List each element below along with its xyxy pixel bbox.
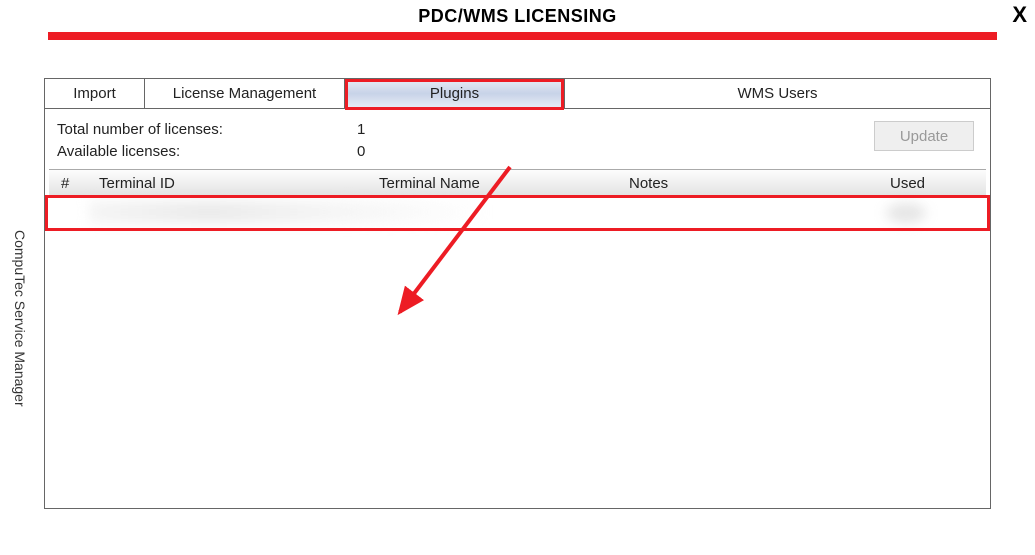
tab-wms-users[interactable]: WMS Users (565, 79, 990, 108)
update-button[interactable]: Update (874, 121, 974, 151)
column-header-terminal-name[interactable]: Terminal Name (379, 175, 629, 192)
tab-license-management[interactable]: License Management (145, 79, 345, 108)
redacted-used (886, 203, 926, 223)
sidebar-label: CompuTec Service Manager (12, 230, 28, 407)
column-header-notes[interactable]: Notes (629, 175, 829, 192)
license-info: Total number of licenses: Available lice… (45, 109, 990, 169)
total-licenses-value: 1 (357, 119, 457, 141)
tab-plugins[interactable]: Plugins (345, 79, 565, 108)
redacted-content (89, 201, 489, 223)
close-icon[interactable]: X (1012, 2, 1027, 28)
column-header-terminal-id[interactable]: Terminal ID (99, 175, 379, 192)
grid-header: # Terminal ID Terminal Name Notes Used (49, 169, 986, 197)
available-licenses-value: 0 (357, 141, 457, 163)
content-panel: Import License Management Plugins WMS Us… (44, 78, 991, 509)
available-licenses-label: Available licenses: (57, 141, 357, 163)
table-row[interactable] (49, 197, 986, 229)
outer-frame: CompuTec Service Manager Import License … (6, 40, 1029, 547)
tab-import[interactable]: Import (45, 79, 145, 108)
column-header-index[interactable]: # (49, 175, 99, 192)
total-licenses-label: Total number of licenses: (57, 119, 357, 141)
column-header-used[interactable]: Used (829, 175, 986, 192)
info-values: 1 0 (357, 119, 457, 163)
accent-bar (48, 32, 997, 40)
window-title: PDC/WMS LICENSING (418, 6, 617, 27)
titlebar: PDC/WMS LICENSING X (0, 0, 1035, 32)
licensing-window: PDC/WMS LICENSING X CompuTec Service Man… (0, 0, 1035, 555)
grid-body (49, 197, 986, 229)
tab-row: Import License Management Plugins WMS Us… (45, 79, 990, 109)
tab-plugins-label: Plugins (430, 85, 479, 102)
info-labels: Total number of licenses: Available lice… (57, 119, 357, 163)
